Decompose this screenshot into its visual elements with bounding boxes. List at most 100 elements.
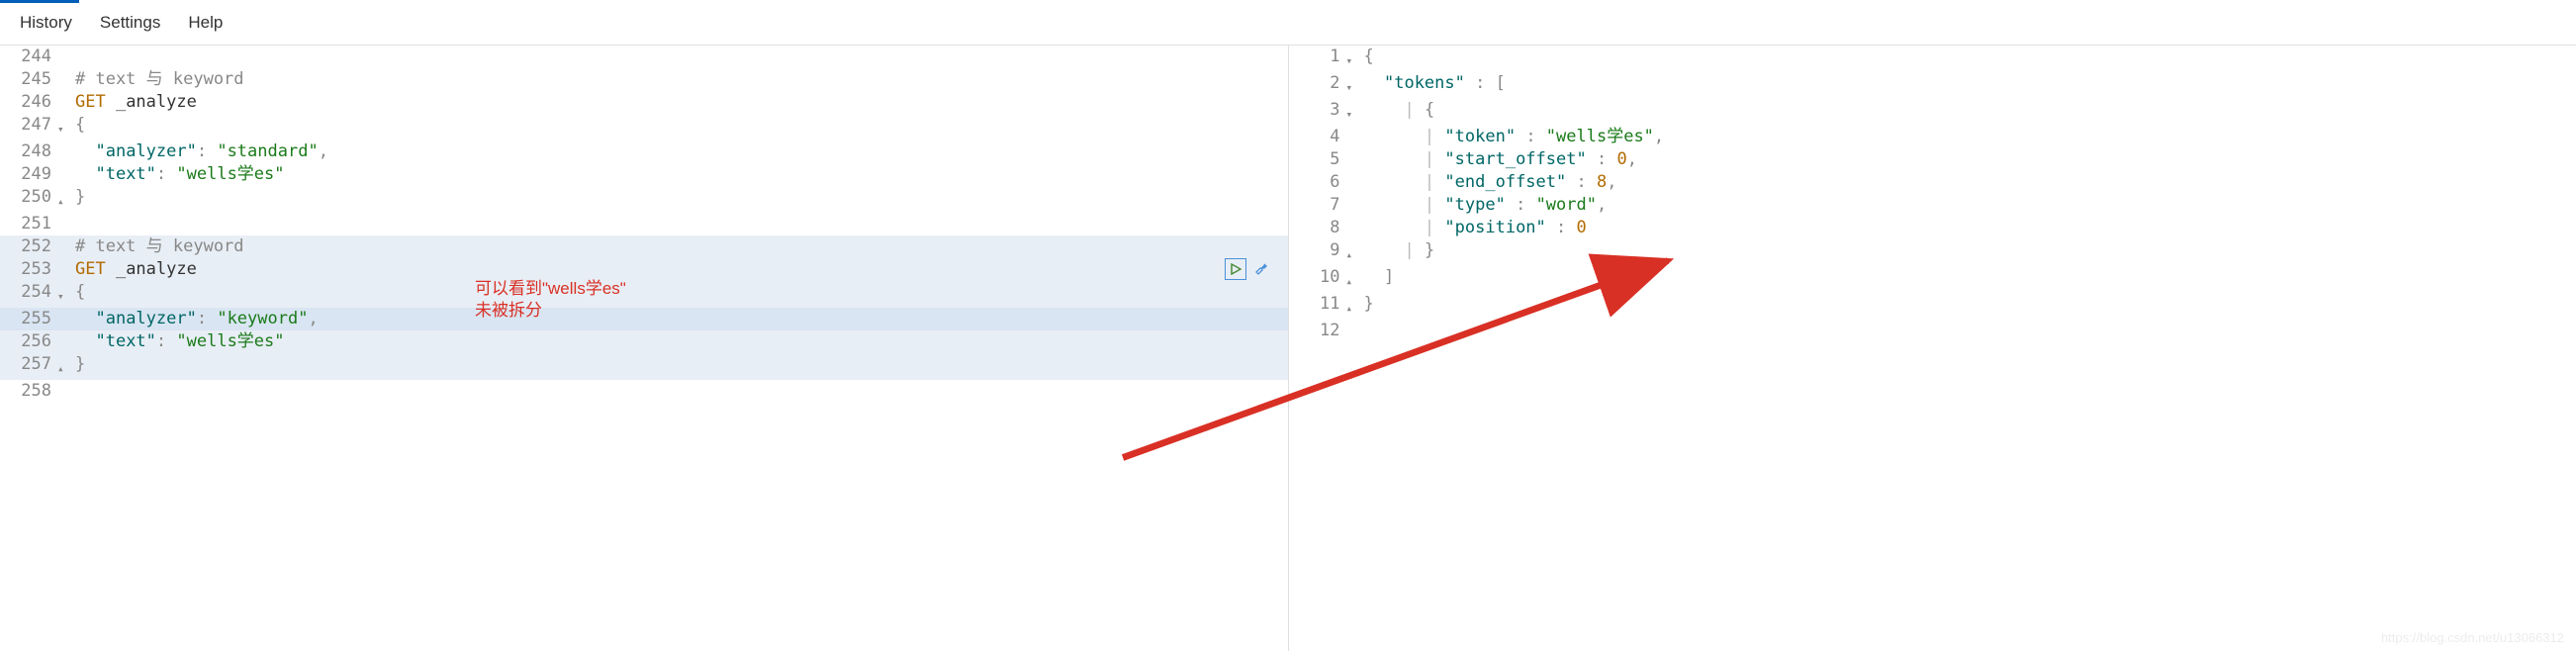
indent-guide: | xyxy=(1425,149,1434,169)
json-key: "position" xyxy=(1444,218,1545,237)
json-key: "analyzer" xyxy=(95,309,196,328)
indent-guide: | xyxy=(1425,195,1434,215)
fold-marker xyxy=(57,330,73,334)
wrench-icon xyxy=(1254,262,1268,276)
line-number: 246 xyxy=(0,91,57,114)
fold-marker[interactable]: ▴ xyxy=(1346,239,1362,266)
run-request-button[interactable] xyxy=(1225,258,1246,280)
line-number: 245 xyxy=(0,68,57,91)
fold-marker[interactable]: ▴ xyxy=(57,353,73,380)
menu-history[interactable]: History xyxy=(20,13,72,33)
editor-line: 6 | "end_offset" : 8, xyxy=(1289,171,2576,194)
fold-marker xyxy=(1346,320,1362,324)
code-brace: } xyxy=(1364,294,1374,314)
editor-line: 249 "text": "wells学es" xyxy=(0,163,1288,186)
json-number: 8 xyxy=(1597,172,1607,192)
response-viewer[interactable]: 1 ▾ { 2 ▾ "tokens" : [ 3 ▾ | { 4 | "toke… xyxy=(1289,46,2576,342)
line-number: 248 xyxy=(0,140,57,163)
editor-line: 258 xyxy=(0,380,1288,403)
fold-marker xyxy=(1346,126,1362,130)
fold-marker xyxy=(57,380,73,384)
fold-marker[interactable]: ▴ xyxy=(1346,266,1362,293)
fold-marker[interactable]: ▾ xyxy=(1346,99,1362,126)
line-number: 253 xyxy=(0,258,57,281)
menu-settings[interactable]: Settings xyxy=(100,13,160,33)
request-editor-pane: 244 245 # text 与 keyword 246 GET _analyz… xyxy=(0,46,1289,651)
code-brace: { xyxy=(1425,100,1434,120)
line-number: 255 xyxy=(0,308,57,330)
editor-line: 3 ▾ | { xyxy=(1289,99,2576,126)
line-number: 247 xyxy=(0,114,57,137)
line-number: 258 xyxy=(0,380,57,403)
indent-guide: | xyxy=(1404,100,1414,120)
request-settings-button[interactable] xyxy=(1250,258,1272,280)
indent-guide: | xyxy=(1425,218,1434,237)
fold-marker xyxy=(57,213,73,217)
editor-line: 1 ▾ { xyxy=(1289,46,2576,72)
code-brace: } xyxy=(75,354,85,374)
json-key: "end_offset" xyxy=(1444,172,1566,192)
json-key: "start_offset" xyxy=(1444,149,1586,169)
fold-marker[interactable]: ▾ xyxy=(57,281,73,308)
json-key: "text" xyxy=(95,331,155,351)
menu-bar: History Settings Help xyxy=(0,3,2576,46)
editor-panes: 244 245 # text 与 keyword 246 GET _analyz… xyxy=(0,46,2576,651)
json-string: "wells学es" xyxy=(1546,127,1654,146)
request-path: _analyze xyxy=(106,259,197,279)
http-method: GET xyxy=(75,259,106,279)
editor-line: 246 GET _analyze xyxy=(0,91,1288,114)
code-brace: { xyxy=(1364,47,1374,66)
line-number: 12 xyxy=(1289,320,1346,342)
fold-marker xyxy=(1346,148,1362,152)
response-viewer-pane: 1 ▾ { 2 ▾ "tokens" : [ 3 ▾ | { 4 | "toke… xyxy=(1289,46,2576,651)
fold-marker[interactable]: ▾ xyxy=(1346,72,1362,99)
json-string: "word" xyxy=(1536,195,1597,215)
editor-line: 8 | "position" : 0 xyxy=(1289,217,2576,239)
indent-guide: | xyxy=(1425,127,1434,146)
fold-marker[interactable]: ▾ xyxy=(57,114,73,140)
fold-marker[interactable]: ▴ xyxy=(1346,293,1362,320)
fold-marker[interactable]: ▴ xyxy=(57,186,73,213)
json-string: "wells学es" xyxy=(176,164,284,184)
editor-line: 4 | "token" : "wells学es", xyxy=(1289,126,2576,148)
editor-line: 245 # text 与 keyword xyxy=(0,68,1288,91)
fold-marker[interactable]: ▾ xyxy=(1346,46,1362,72)
json-string: "standard" xyxy=(217,141,318,161)
code-brace: } xyxy=(75,187,85,207)
json-key: "token" xyxy=(1444,127,1516,146)
json-key: "tokens" xyxy=(1384,73,1465,93)
json-number: 0 xyxy=(1577,218,1587,237)
json-string: "wells学es" xyxy=(176,331,284,351)
request-editor[interactable]: 244 245 # text 与 keyword 246 GET _analyz… xyxy=(0,46,1288,403)
editor-line: 2 ▾ "tokens" : [ xyxy=(1289,72,2576,99)
line-number: 6 xyxy=(1289,171,1346,194)
editor-line: 11 ▴ } xyxy=(1289,293,2576,320)
editor-line: 252 # text 与 keyword xyxy=(0,235,1288,258)
line-number: 2 xyxy=(1289,72,1346,95)
line-number: 9 xyxy=(1289,239,1346,262)
editor-line: 244 xyxy=(0,46,1288,68)
code-bracket: ] xyxy=(1384,267,1394,287)
editor-line: 253 GET _analyze xyxy=(0,258,1288,281)
code-brace: } xyxy=(1425,240,1434,260)
http-method: GET xyxy=(75,92,106,112)
fold-marker xyxy=(57,140,73,144)
line-number: 1 xyxy=(1289,46,1346,68)
code-comment: # text 与 keyword xyxy=(75,69,244,89)
line-number: 3 xyxy=(1289,99,1346,122)
editor-line: 7 | "type" : "word", xyxy=(1289,194,2576,217)
request-action-toolbar xyxy=(1225,258,1272,280)
fold-marker xyxy=(57,235,73,239)
fold-marker xyxy=(57,258,73,262)
editor-line: 254 ▾ { xyxy=(0,281,1288,308)
menu-help[interactable]: Help xyxy=(188,13,223,33)
fold-marker xyxy=(1346,217,1362,221)
line-number: 249 xyxy=(0,163,57,186)
code-comment: # text 与 keyword xyxy=(75,236,244,256)
editor-line: 251 xyxy=(0,213,1288,235)
json-key: "type" xyxy=(1444,195,1505,215)
fold-marker xyxy=(57,163,73,167)
fold-marker xyxy=(57,46,73,49)
line-number: 4 xyxy=(1289,126,1346,148)
code-brace: { xyxy=(75,282,85,302)
